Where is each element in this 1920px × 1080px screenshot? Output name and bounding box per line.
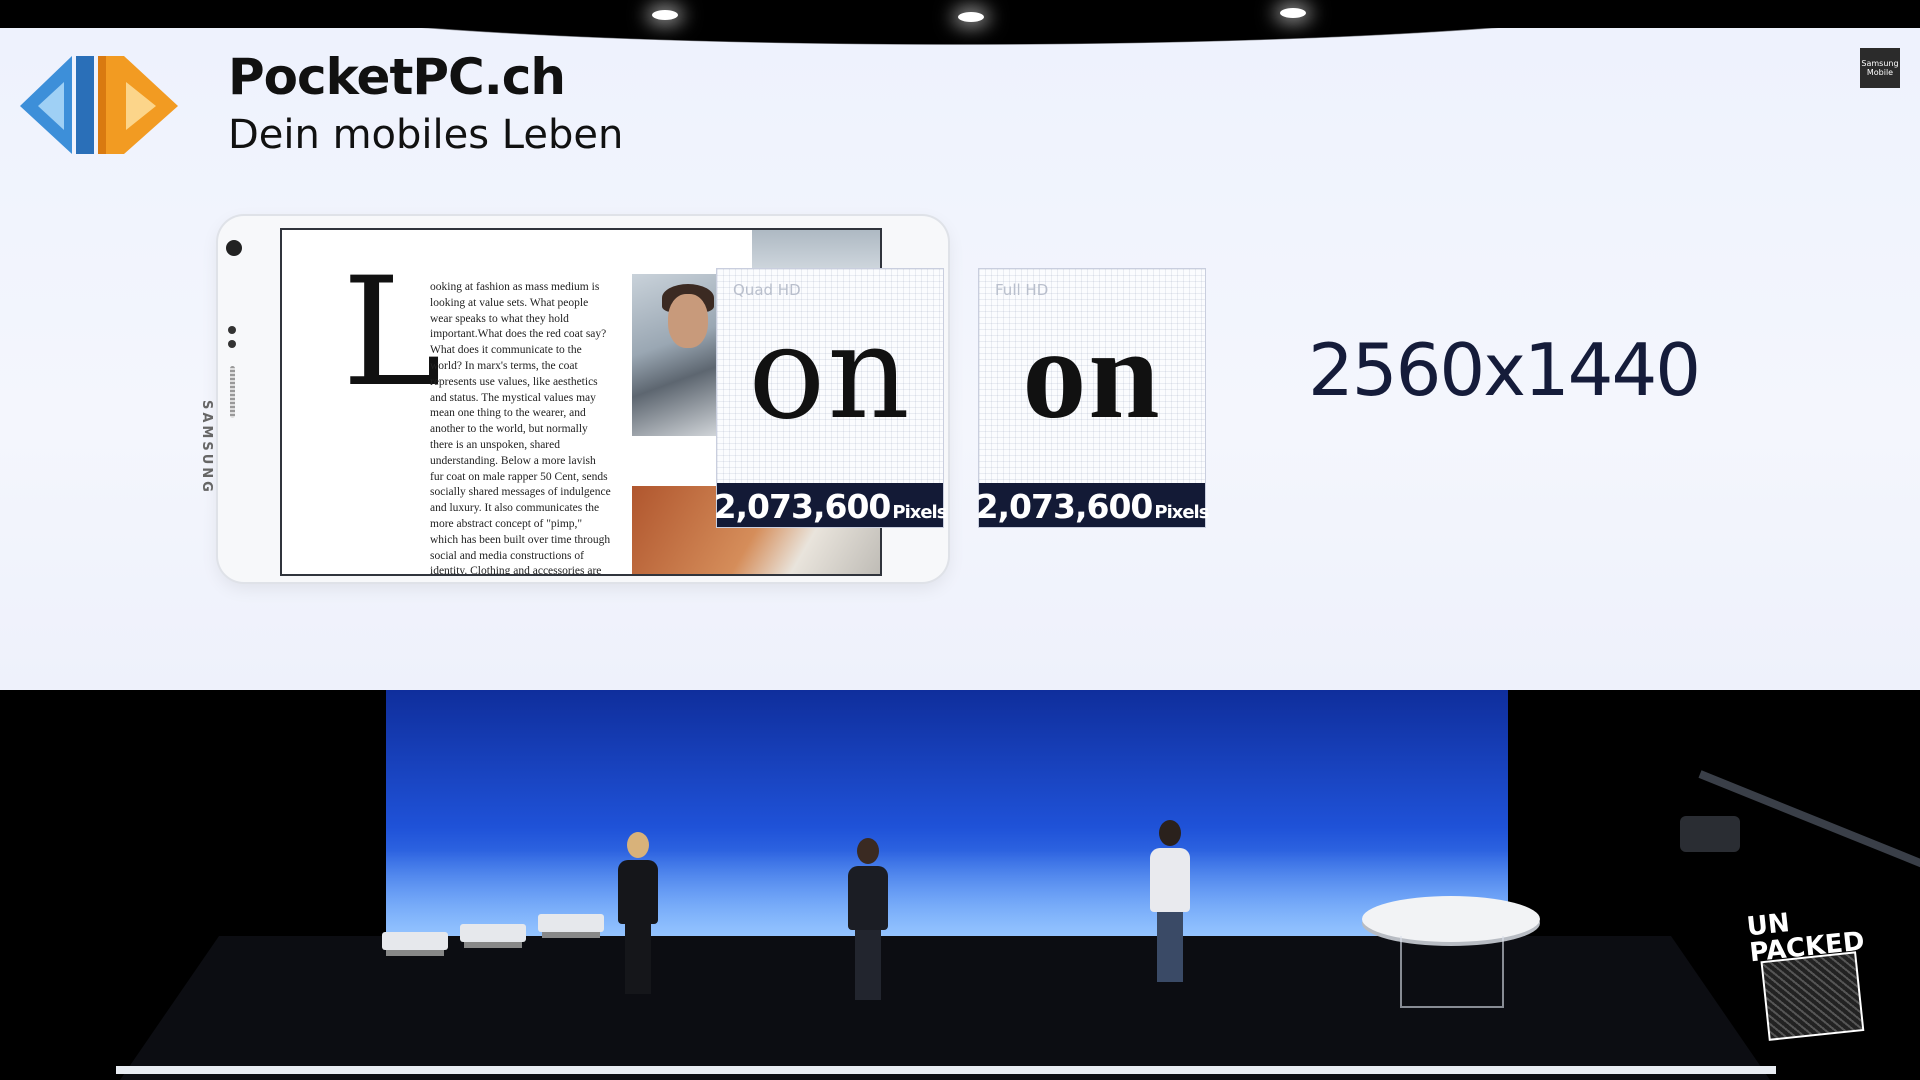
presenter-right: [1150, 820, 1190, 982]
presenter-left: [618, 832, 658, 994]
presenter-center: [848, 838, 888, 1000]
ceiling-light: [1280, 8, 1306, 18]
stage-bench: [382, 932, 448, 950]
zoom-label: Full HD: [995, 281, 1049, 299]
article-body: ooking at fashion as mass medium is look…: [430, 281, 611, 576]
camera-crane-head: [1680, 816, 1740, 852]
unpacked-box-icon: [1760, 951, 1865, 1041]
phone-brand: SAMSUNG: [199, 400, 214, 495]
brand-tagline: Dein mobiles Leben: [228, 112, 624, 158]
pixel-count-bar: 2,073,600 Pixels: [975, 483, 1209, 527]
ceiling-light: [958, 12, 984, 22]
stage-bench: [460, 924, 526, 942]
zoom-sample-word: on: [748, 299, 912, 448]
corner-badge-line2: Mobile: [1866, 68, 1894, 77]
pixel-count: 2,073,600: [713, 487, 892, 526]
zoom-label: Quad HD: [733, 281, 801, 299]
pixel-count-bar: 2,073,600 Pixels: [713, 483, 947, 527]
resolution-label: 2560x1440: [1308, 328, 1701, 412]
unpacked-event-logo: UN PACKED: [1745, 902, 1879, 1044]
event-stage-photo: PocketPC.ch Dein mobiles Leben Samsung Mo…: [0, 0, 1920, 1080]
stage-table-base: [1400, 936, 1504, 1008]
zoom-sample-word: on: [1022, 303, 1162, 445]
phone-speaker: [230, 366, 235, 418]
corner-badge-line1: Samsung: [1861, 59, 1899, 68]
stage-bench: [538, 914, 604, 932]
pixel-count: 2,073,600: [975, 487, 1154, 526]
projection-screen: PocketPC.ch Dein mobiles Leben Samsung Mo…: [0, 28, 1920, 690]
pixel-unit: Pixels: [892, 502, 947, 523]
phone-sensor: [228, 326, 236, 334]
zoom-box-full-hd: Full HD on 2,073,600 Pixels: [975, 268, 1209, 528]
ceiling-light: [652, 10, 678, 20]
phone-camera: [226, 240, 242, 256]
pixel-unit: Pixels: [1154, 502, 1209, 523]
zoom-box-quad-hd: Quad HD on 2,073,600 Pixels: [713, 268, 947, 528]
pocketpc-logo-icon: [20, 56, 178, 154]
phone-sensor: [228, 340, 236, 348]
screen-top-shadow: [0, 0, 1920, 60]
stage-floor-edge: [116, 1066, 1776, 1074]
stage-floor: [120, 936, 1770, 1080]
article-text: ooking at fashion as mass medium is look…: [342, 280, 612, 576]
